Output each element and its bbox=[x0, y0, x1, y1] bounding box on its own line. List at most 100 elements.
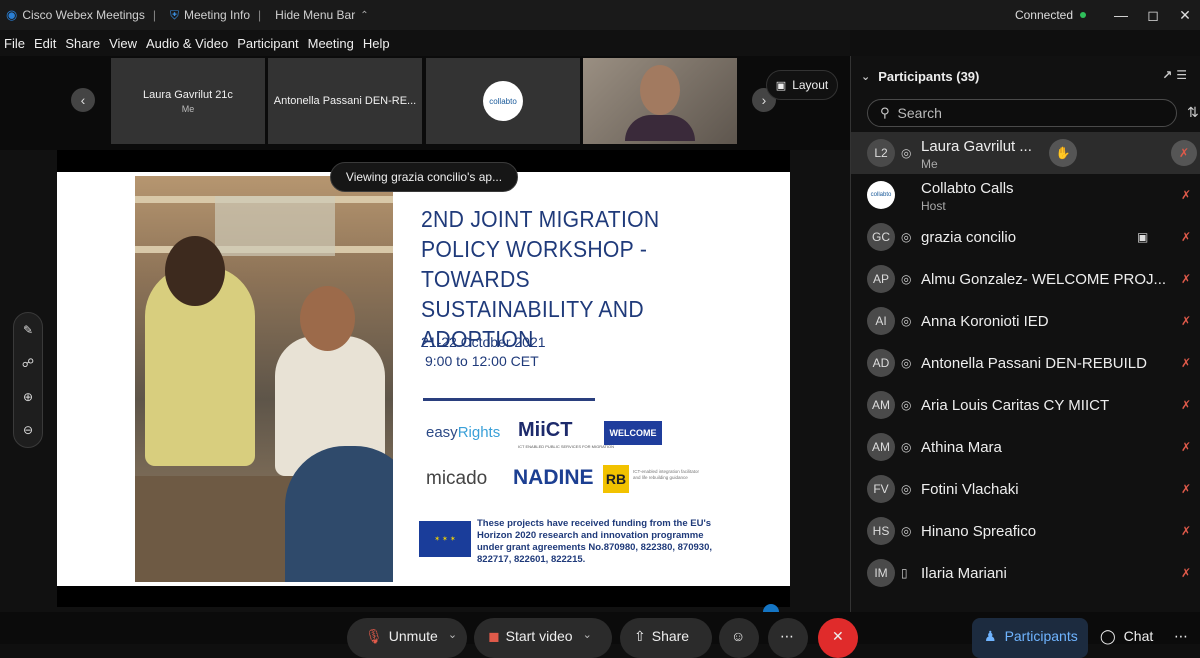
participant-row[interactable]: FV ◎ Fotini Vlachaki ✗ bbox=[851, 468, 1200, 510]
participant-name: Hinano Spreafico bbox=[921, 522, 1037, 540]
headset-icon: ◎ bbox=[901, 482, 912, 496]
menu-edit[interactable]: Edit bbox=[34, 36, 56, 51]
participant-name: Collabto Calls bbox=[921, 180, 1014, 197]
avatar: IM bbox=[867, 559, 895, 587]
panel-popout-icon[interactable]: ↗☰ bbox=[1162, 68, 1191, 82]
window-controls: Connected — ◻ ✕ bbox=[1015, 0, 1200, 30]
annotate-icon[interactable]: ✎ bbox=[23, 323, 33, 337]
participants-panel: ⌄ Participants (39) ↗☰ ⚲ Search ⇅ L2 ◎ L… bbox=[850, 56, 1200, 612]
search-placeholder: Search bbox=[897, 105, 942, 121]
minimize-button[interactable]: — bbox=[1106, 0, 1136, 30]
participant-row[interactable]: collabto Collabto Calls Host ✗ bbox=[851, 174, 1200, 216]
headset-icon: ◎ bbox=[901, 272, 912, 286]
tab-chat[interactable]: ◯ Chat bbox=[1092, 618, 1162, 658]
collapse-chevron-icon[interactable]: ⌄ bbox=[861, 70, 870, 83]
unmute-button[interactable]: 🎙 Unmute ⌄ bbox=[347, 618, 467, 658]
zoom-in-icon[interactable]: ⊕ bbox=[23, 390, 33, 404]
headset-icon: ◎ bbox=[901, 230, 912, 244]
title-separator: | bbox=[258, 8, 262, 22]
participant-video-face bbox=[640, 65, 680, 115]
menu-audio-video[interactable]: Audio & Video bbox=[146, 36, 228, 51]
thumb-name: Antonella Passani DEN-RE... bbox=[273, 95, 417, 107]
menu-file[interactable]: File bbox=[4, 36, 25, 51]
slide-photo bbox=[135, 176, 393, 582]
video-thumb[interactable] bbox=[583, 58, 737, 144]
easyrights-logo-part: easy bbox=[426, 424, 458, 441]
share-button[interactable]: ⇧ Share bbox=[620, 618, 712, 658]
start-video-button[interactable]: ◼ Start video ⌄ bbox=[474, 618, 612, 658]
menu-share[interactable]: Share bbox=[65, 36, 100, 51]
participant-name: grazia concilio bbox=[921, 228, 1017, 246]
headset-icon: ◎ bbox=[901, 524, 912, 538]
meeting-info-label: Meeting Info bbox=[183, 8, 251, 22]
miict-logo-subtitle: ICT ENABLED PUBLIC SERVICES FOR MIGRATIO… bbox=[518, 444, 615, 449]
participant-row[interactable]: IM ▯ Ilaria Mariani ✗ bbox=[851, 552, 1200, 594]
muted-mic-button[interactable]: ✗ bbox=[1171, 140, 1197, 166]
avatar: L2 bbox=[867, 139, 895, 167]
camera-icon: ▣ bbox=[1137, 230, 1149, 244]
menu-view[interactable]: View bbox=[109, 36, 137, 51]
chevron-down-icon[interactable]: ⌄ bbox=[583, 628, 592, 641]
chevron-up-icon: ⌃ bbox=[360, 9, 369, 21]
layout-button[interactable]: ▣ Layout bbox=[766, 70, 838, 100]
welcome-logo: WELCOME bbox=[604, 421, 662, 445]
participant-row[interactable]: AI ◎ Anna Koronioti IED ✗ bbox=[851, 300, 1200, 342]
participant-row[interactable]: AM ◎ Aria Louis Caritas CY MIICT ✗ bbox=[851, 384, 1200, 426]
participant-row[interactable]: AM ◎ Athina Mara ✗ bbox=[851, 426, 1200, 468]
menu-help[interactable]: Help bbox=[363, 36, 390, 51]
muted-mic-icon: 🎙 bbox=[365, 628, 383, 644]
menu-participant[interactable]: Participant bbox=[237, 36, 298, 51]
chevron-down-icon[interactable]: ⌄ bbox=[448, 628, 457, 641]
headset-icon: ◎ bbox=[901, 356, 912, 370]
participant-row[interactable]: AD ◎ Antonella Passani DEN-REBUILD ✗ bbox=[851, 342, 1200, 384]
strip-prev-button[interactable]: ‹ bbox=[71, 88, 95, 112]
muted-mic-icon: ✗ bbox=[1181, 272, 1192, 286]
avatar: AD bbox=[867, 349, 895, 377]
slide-date: 21-22 October 2021 bbox=[421, 334, 546, 350]
micado-logo: micado bbox=[426, 468, 488, 489]
video-thumb[interactable]: collabto bbox=[426, 58, 580, 144]
hide-menu-bar-button[interactable]: Hide Menu Bar ⌃ bbox=[275, 8, 368, 22]
close-button[interactable]: ✕ bbox=[1170, 0, 1200, 30]
remote-control-icon[interactable]: ☍ bbox=[22, 356, 34, 370]
muted-mic-icon: ✗ bbox=[1181, 524, 1192, 538]
participants-search-input[interactable]: ⚲ Search bbox=[867, 99, 1177, 127]
meeting-info-button[interactable]: ⛨ Meeting Info bbox=[170, 8, 250, 23]
participants-tab-label: Participants bbox=[1004, 628, 1078, 644]
raise-hand-icon[interactable]: ✋ bbox=[1049, 139, 1077, 167]
layout-label: Layout bbox=[792, 78, 829, 92]
thumb-sub: Me bbox=[181, 103, 195, 114]
video-thumb[interactable]: Laura Gavrilut 21c Me bbox=[111, 58, 265, 144]
more-icon: ⋯ bbox=[780, 628, 794, 644]
photo-person-head bbox=[165, 236, 225, 306]
connection-status: Connected bbox=[1015, 8, 1086, 22]
share-label: Share bbox=[651, 628, 690, 644]
participant-name: Almu Gonzalez- WELCOME PROJ... bbox=[921, 270, 1167, 288]
tab-participants[interactable]: ♟ Participants bbox=[972, 618, 1088, 658]
search-icon: ⚲ bbox=[880, 105, 890, 120]
sort-icon[interactable]: ⇅ bbox=[1187, 104, 1199, 121]
reactions-button[interactable]: ☺ bbox=[719, 618, 759, 658]
participant-row[interactable]: L2 ◎ Laura Gavrilut ... Me ✋ ✗ bbox=[851, 132, 1200, 174]
end-call-button[interactable]: ✕ bbox=[818, 618, 858, 658]
zoom-out-icon[interactable]: ⊖ bbox=[23, 423, 33, 437]
participant-row[interactable]: HS ◎ Hinano Spreafico ✗ bbox=[851, 510, 1200, 552]
collabto-avatar: collabto bbox=[483, 81, 523, 121]
hide-menu-bar-label: Hide Menu Bar bbox=[275, 8, 356, 22]
eu-flag-icon: ✶ ✶ ✶ bbox=[419, 521, 471, 557]
muted-mic-icon: ✗ bbox=[1181, 188, 1192, 202]
video-thumb[interactable]: Antonella Passani DEN-RE... bbox=[268, 58, 422, 144]
participant-role: Host bbox=[921, 199, 946, 213]
more-options-button[interactable]: ⋯ bbox=[768, 618, 808, 658]
muted-mic-icon: ✗ bbox=[1181, 482, 1192, 496]
participant-row[interactable]: GC ◎ grazia concilio ▣ ✗ bbox=[851, 216, 1200, 258]
more-panels-button[interactable]: ⋯ bbox=[1168, 618, 1198, 658]
maximize-button[interactable]: ◻ bbox=[1138, 0, 1168, 30]
photo-person-head bbox=[300, 286, 355, 351]
menu-meeting[interactable]: Meeting bbox=[308, 36, 354, 51]
menu-bar: File Edit Share View Audio & Video Parti… bbox=[0, 30, 850, 56]
participant-role: Me bbox=[921, 157, 938, 171]
participant-row[interactable]: AP ◎ Almu Gonzalez- WELCOME PROJ... ✗ bbox=[851, 258, 1200, 300]
slide-divider bbox=[423, 398, 595, 401]
presentation-slide: 2ND JOINT MIGRATION POLICY WORKSHOP - TO… bbox=[57, 172, 790, 620]
